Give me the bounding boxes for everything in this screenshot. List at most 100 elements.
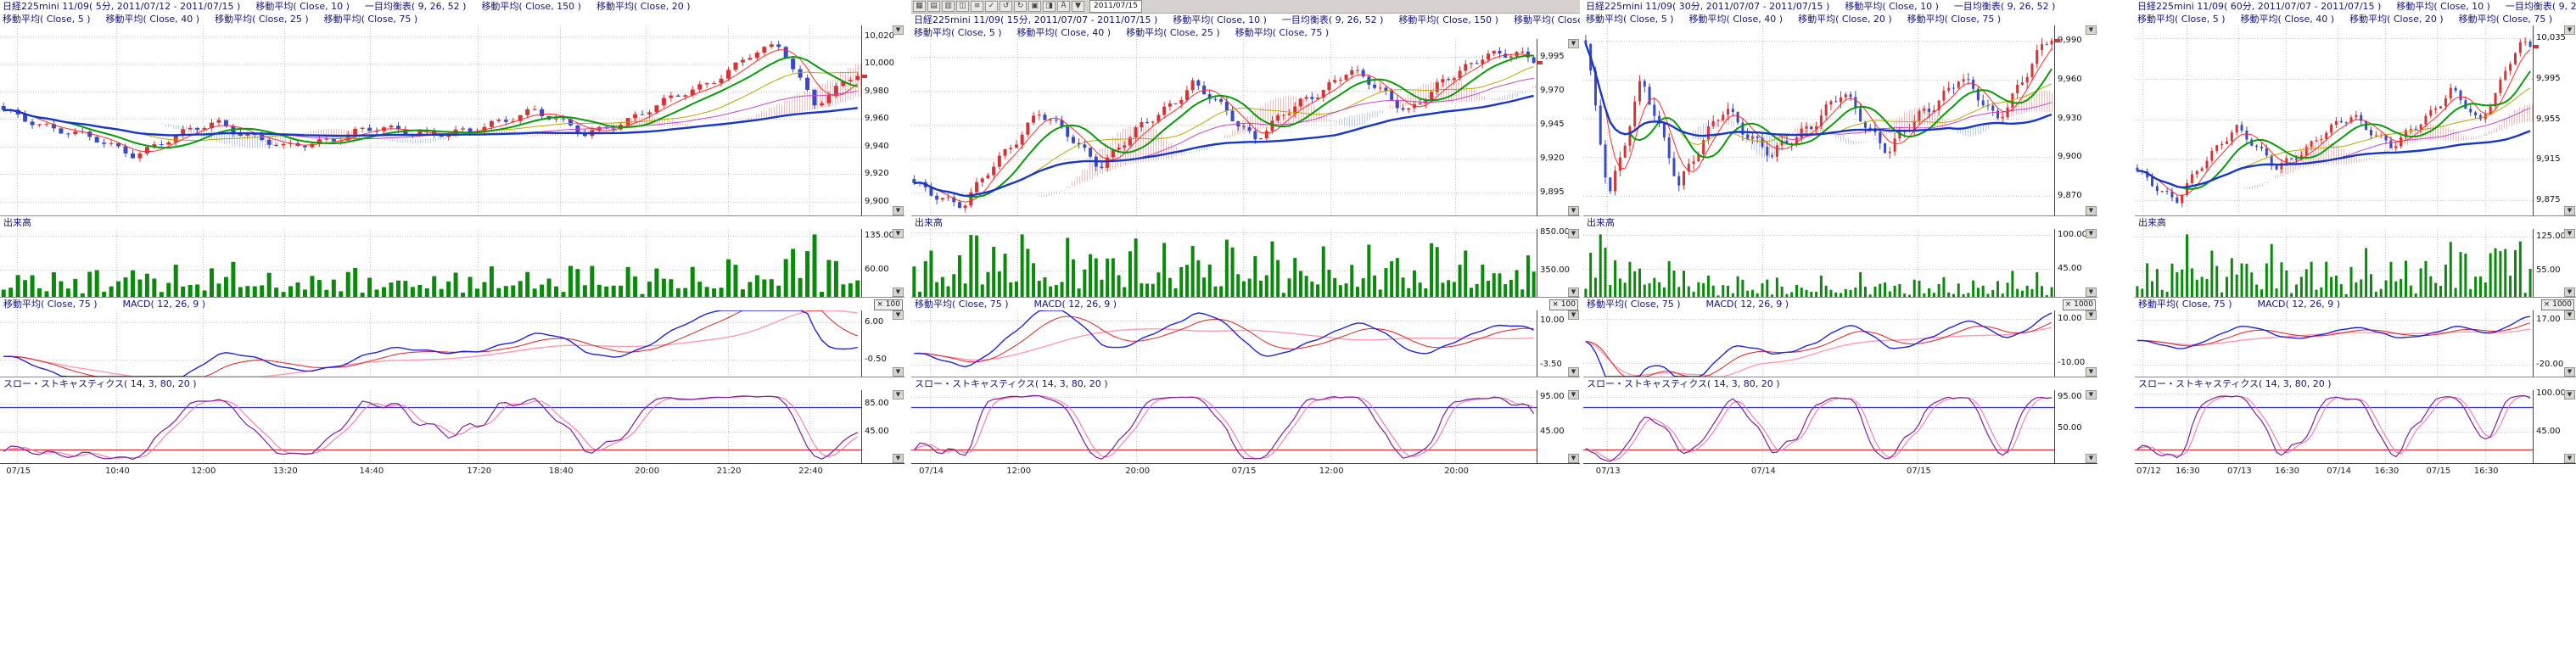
- scale-tick: 9,875: [2536, 195, 2561, 204]
- macd-chart[interactable]: [2135, 310, 2534, 377]
- toolbar-button-1[interactable]: ▤: [927, 1, 940, 12]
- scale-dropdown-button[interactable]: ▼: [893, 25, 904, 35]
- stoch-chart[interactable]: [0, 390, 862, 463]
- indicator-label: 移動平均( Close, 40 ): [2241, 14, 2335, 25]
- stoch-title: スロー・ストキャスティクス( 14, 3, 80, 20 ): [911, 377, 1580, 390]
- stoch-title: スロー・ストキャスティクス( 14, 3, 80, 20 ): [2135, 377, 2576, 390]
- volume-chart[interactable]: [0, 229, 862, 297]
- main-section: 9,9909,9609,9309,9009,870▼▼: [1583, 25, 2097, 215]
- scale-dropdown-button[interactable]: ▼: [1568, 390, 1579, 399]
- stoch-chart[interactable]: [1583, 390, 2055, 463]
- scale-dropdown-button[interactable]: ▼: [2564, 454, 2575, 463]
- scale-dropdown-button[interactable]: ▼: [1568, 206, 1579, 215]
- macd-section: 10.00-10.00▼▼: [1583, 310, 2097, 377]
- toolbar-button-0[interactable]: ▦: [913, 1, 926, 12]
- toolbar-button-11[interactable]: ▼: [1072, 1, 1084, 12]
- volume-chart[interactable]: [1583, 229, 2055, 297]
- time-axis-label: 07/14: [919, 466, 944, 476]
- toolbar-button-9[interactable]: ◨: [1043, 1, 1056, 12]
- indicator-label: 移動平均( Close, 150 ): [481, 1, 581, 12]
- main-chart[interactable]: [0, 25, 862, 215]
- scale-tick: 45.00: [2536, 427, 2561, 436]
- macd-title-label: MACD( 12, 26, 9 ): [1031, 298, 1117, 310]
- time-axis-label: 22:40: [798, 466, 823, 476]
- indicator-label: 移動平均( Close, 20 ): [596, 1, 691, 12]
- panel-header: 日経225mini 11/09( 30分, 2011/07/07 - 2011/…: [1583, 0, 2097, 25]
- scale-dropdown-button[interactable]: ▼: [2086, 288, 2097, 297]
- scale-dropdown-button[interactable]: ▼: [1568, 229, 1579, 238]
- scale-tick: 9,915: [2536, 154, 2561, 164]
- scale-dropdown-button[interactable]: ▼: [2564, 25, 2575, 35]
- main-chart[interactable]: [1583, 25, 2055, 215]
- scale-dropdown-button[interactable]: ▼: [1568, 367, 1579, 377]
- time-axis-label: 20:00: [1125, 466, 1150, 476]
- main-chart[interactable]: [2135, 25, 2534, 215]
- indicator-label: 移動平均( Close, 10 ): [2396, 1, 2490, 12]
- volume-multiplier-badge: × 1000: [2541, 299, 2574, 310]
- scale-dropdown-button[interactable]: ▼: [893, 229, 904, 238]
- indicator-label: 移動平均( Close, 5 ): [3, 14, 91, 25]
- scale-dropdown-button[interactable]: ▼: [2086, 229, 2097, 238]
- scale-dropdown-button[interactable]: ▼: [2564, 288, 2575, 297]
- indicator-label: 移動平均( Close, 5 ): [2137, 14, 2226, 25]
- volume-section: 100.0045.00▼▼: [1583, 229, 2097, 297]
- scale-dropdown-button[interactable]: ▼: [2564, 206, 2575, 215]
- panel-header: 日経225mini 11/09( 15分, 2011/07/07 - 2011/…: [911, 14, 1580, 39]
- scale-dropdown-button[interactable]: ▼: [2086, 367, 2097, 377]
- time-axis: 07/1307/1407/15: [1583, 463, 2097, 479]
- scale-dropdown-button[interactable]: ▼: [2564, 310, 2575, 320]
- macd-chart[interactable]: [911, 310, 1537, 377]
- scale-dropdown-button[interactable]: ▼: [893, 206, 904, 215]
- macd-title-label: MACD( 12, 26, 9 ): [120, 298, 206, 310]
- scale-dropdown-button[interactable]: ▼: [893, 288, 904, 297]
- toolbar-button-2[interactable]: ▥: [942, 1, 955, 12]
- toolbar-button-3[interactable]: ◫: [956, 1, 969, 12]
- scale-dropdown-button[interactable]: ▼: [1568, 454, 1579, 463]
- stoch-title-label: スロー・ストキャスティクス( 14, 3, 80, 20 ): [911, 377, 1108, 390]
- indicator-label: 移動平均( Close, 20 ): [2349, 14, 2444, 25]
- macd-title-label: MACD( 12, 26, 9 ): [1703, 298, 1789, 310]
- volume-title-label: 出来高: [2135, 216, 2166, 229]
- stoch-chart[interactable]: [2135, 390, 2534, 463]
- volume-chart[interactable]: [911, 229, 1537, 297]
- scale-tick: 95.00: [1540, 392, 1565, 401]
- scale-dropdown-button[interactable]: ▼: [893, 367, 904, 377]
- toolbar-button-5[interactable]: ✓: [985, 1, 998, 12]
- main-chart[interactable]: [911, 39, 1537, 215]
- scale-dropdown-button[interactable]: ▼: [893, 454, 904, 463]
- indicator-label: 移動平均( Close, 5 ): [914, 27, 1002, 38]
- scale-dropdown-button[interactable]: ▼: [1568, 39, 1579, 48]
- scale-dropdown-button[interactable]: ▼: [1568, 310, 1579, 320]
- scale-dropdown-button[interactable]: ▼: [2564, 390, 2575, 399]
- scale-tick: 9,960: [865, 114, 889, 123]
- scale-dropdown-button[interactable]: ▼: [2086, 310, 2097, 320]
- scale-dropdown-button[interactable]: ▼: [2564, 367, 2575, 377]
- instrument-title: 日経225mini 11/09( 5分, 2011/07/12 - 2011/0…: [3, 1, 240, 12]
- toolbar-date-field[interactable]: 2011/07/15: [1089, 0, 1142, 13]
- scale-tick: 50.00: [2058, 423, 2082, 433]
- toolbar-button-8[interactable]: ▣: [1028, 1, 1041, 12]
- scale-dropdown-button[interactable]: ▼: [2086, 390, 2097, 399]
- toolbar-button-6[interactable]: ↺: [1000, 1, 1012, 12]
- time-axis-label: 07/13: [1596, 466, 1621, 476]
- macd-scale: 10.00-10.00▼▼: [2055, 310, 2097, 377]
- time-axis-label: 07/15: [6, 466, 31, 476]
- scale-dropdown-button[interactable]: ▼: [893, 390, 904, 399]
- volume-chart[interactable]: [2135, 229, 2534, 297]
- scale-dropdown-button[interactable]: ▼: [2564, 229, 2575, 238]
- scale-dropdown-button[interactable]: ▼: [1568, 288, 1579, 297]
- toolbar-button-4[interactable]: ≡: [971, 1, 983, 12]
- scale-tick: 9,955: [2536, 115, 2561, 124]
- stoch-chart[interactable]: [911, 390, 1537, 463]
- macd-title-label: MACD( 12, 26, 9 ): [2254, 298, 2341, 310]
- last-price-marker: [862, 75, 867, 78]
- scale-dropdown-button[interactable]: ▼: [2086, 25, 2097, 35]
- scale-dropdown-button[interactable]: ▼: [893, 310, 904, 320]
- macd-chart[interactable]: [0, 310, 862, 377]
- macd-title: 移動平均( Close, 75 )MACD( 12, 26, 9 )× 100: [0, 297, 904, 310]
- macd-chart[interactable]: [1583, 310, 2055, 377]
- toolbar-button-10[interactable]: Ａ: [1057, 1, 1070, 12]
- scale-dropdown-button[interactable]: ▼: [2086, 454, 2097, 463]
- toolbar-button-7[interactable]: ↻: [1014, 1, 1027, 12]
- scale-dropdown-button[interactable]: ▼: [2086, 206, 2097, 215]
